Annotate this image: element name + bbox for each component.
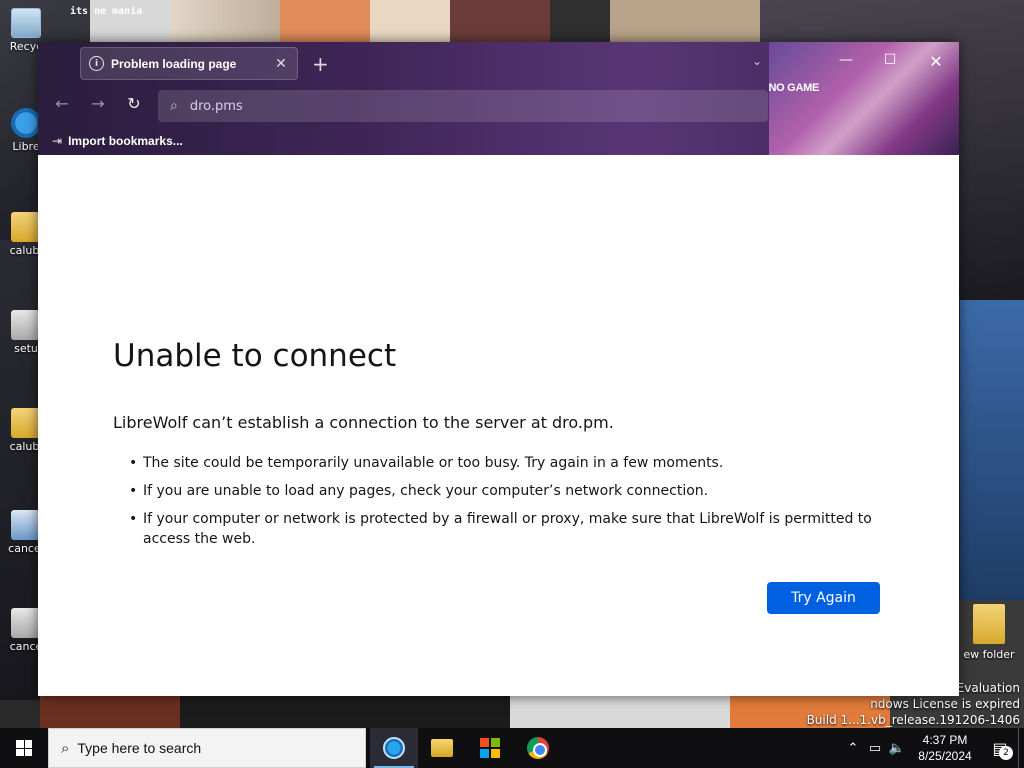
browser-window: NO GAME i Problem loading page ✕ + ⌄ — ☐… xyxy=(38,42,959,696)
error-title: Unable to connect xyxy=(113,338,397,374)
clock[interactable]: 4:37 PM 8/25/2024 xyxy=(908,732,982,764)
wallpaper-block xyxy=(550,0,610,44)
minimize-button[interactable]: — xyxy=(834,52,858,68)
file-explorer-icon xyxy=(431,739,453,757)
wallpaper-block xyxy=(180,696,510,728)
wallpaper-block xyxy=(510,696,730,728)
taskbar-app-store[interactable] xyxy=(466,728,514,768)
list-all-tabs-icon[interactable]: ⌄ xyxy=(752,54,762,68)
url-bar[interactable]: ⌕ xyxy=(158,90,768,122)
info-icon: i xyxy=(89,56,104,71)
taskbar-search[interactable]: ⌕ Type here to search xyxy=(48,728,366,768)
folder-icon xyxy=(11,408,41,438)
watermark-line: Build 1...1.vb_release.191206-1406 xyxy=(806,713,1020,727)
start-button[interactable] xyxy=(0,728,48,768)
volume-icon[interactable]: 🔈 xyxy=(886,741,908,756)
back-button[interactable]: ← xyxy=(52,94,72,113)
tab-close-icon[interactable]: ✕ xyxy=(273,56,289,72)
import-icon: ⇥ xyxy=(52,134,63,148)
close-window-button[interactable]: ✕ xyxy=(924,52,948,71)
list-item: The site could be temporarily unavailabl… xyxy=(129,453,891,473)
desktop-icon-new-folder[interactable]: ew folder xyxy=(955,604,1023,661)
chevron-up-icon[interactable]: ⌃ xyxy=(842,741,864,756)
error-page: Unable to connect LibreWolf can’t establ… xyxy=(38,155,959,696)
maximize-button[interactable]: ☐ xyxy=(878,52,902,68)
import-bookmarks-link[interactable]: Import bookmarks... xyxy=(68,134,183,148)
tab-title: Problem loading page xyxy=(111,56,237,71)
taskbar: ⌕ Type here to search ⌃ ▭ 🔈 4:37 PM 8/25… xyxy=(0,728,1024,768)
taskbar-apps xyxy=(370,728,562,768)
url-input[interactable] xyxy=(189,98,590,114)
wallpaper-block xyxy=(450,0,550,44)
clock-time: 4:37 PM xyxy=(922,733,968,747)
wallpaper-block xyxy=(40,696,180,728)
tab-problem-loading[interactable]: i Problem loading page ✕ xyxy=(80,47,298,80)
search-icon: ⌕ xyxy=(61,739,70,757)
wallpaper-block xyxy=(960,300,1024,600)
watermark-line: ndows License is expired xyxy=(870,697,1020,711)
wallpaper-block xyxy=(170,0,280,44)
tab-bar: i Problem loading page ✕ + ⌄ — ☐ ✕ xyxy=(38,42,959,84)
wallpaper-block xyxy=(370,0,450,44)
windows-logo-icon xyxy=(16,740,32,756)
show-desktop-button[interactable] xyxy=(1018,728,1024,768)
librewolf-icon xyxy=(11,108,41,138)
try-again-button[interactable]: Try Again xyxy=(767,582,880,614)
navigation-bar: ← → ↻ ⌕ xyxy=(38,88,959,122)
folder-icon xyxy=(11,212,41,242)
search-placeholder: Type here to search xyxy=(77,740,202,756)
taskbar-app-chrome[interactable] xyxy=(514,728,562,768)
error-suggestions: The site could be temporarily unavailabl… xyxy=(129,453,891,557)
folder-icon xyxy=(973,604,1005,644)
desktop-icon-label: ew folder xyxy=(963,648,1015,661)
error-description: LibreWolf can’t establish a connection t… xyxy=(113,413,614,432)
notification-count: 2 xyxy=(999,746,1013,760)
taskbar-app-librewolf[interactable] xyxy=(370,728,418,768)
reload-button[interactable]: ↻ xyxy=(124,94,144,113)
system-tray: ⌃ ▭ 🔈 4:37 PM 8/25/2024 ▤ 2 xyxy=(842,728,1024,768)
list-item: If you are unable to load any pages, che… xyxy=(129,481,891,501)
setup-icon xyxy=(11,608,41,638)
clock-date: 8/25/2024 xyxy=(918,749,972,763)
setup-icon xyxy=(11,310,41,340)
app-icon xyxy=(11,510,41,540)
recycle-bin-icon xyxy=(11,8,41,38)
chrome-icon xyxy=(527,737,549,759)
new-tab-button[interactable]: + xyxy=(312,52,329,76)
wallpaper-block xyxy=(280,0,370,44)
store-icon xyxy=(480,738,500,758)
forward-button[interactable]: → xyxy=(88,94,108,113)
network-icon[interactable]: ▭ xyxy=(864,741,886,756)
bookmarks-toolbar: ⇥ Import bookmarks... xyxy=(38,130,959,152)
list-item: If your computer or network is protected… xyxy=(129,509,891,549)
taskbar-app-file-explorer[interactable] xyxy=(418,728,466,768)
wallpaper-text: its ne mania xyxy=(70,6,143,17)
search-icon: ⌕ xyxy=(170,98,178,114)
wallpaper-block xyxy=(610,0,760,44)
librewolf-icon xyxy=(383,737,405,759)
notification-center-button[interactable]: ▤ 2 xyxy=(982,728,1018,768)
browser-chrome: NO GAME i Problem loading page ✕ + ⌄ — ☐… xyxy=(38,42,959,155)
